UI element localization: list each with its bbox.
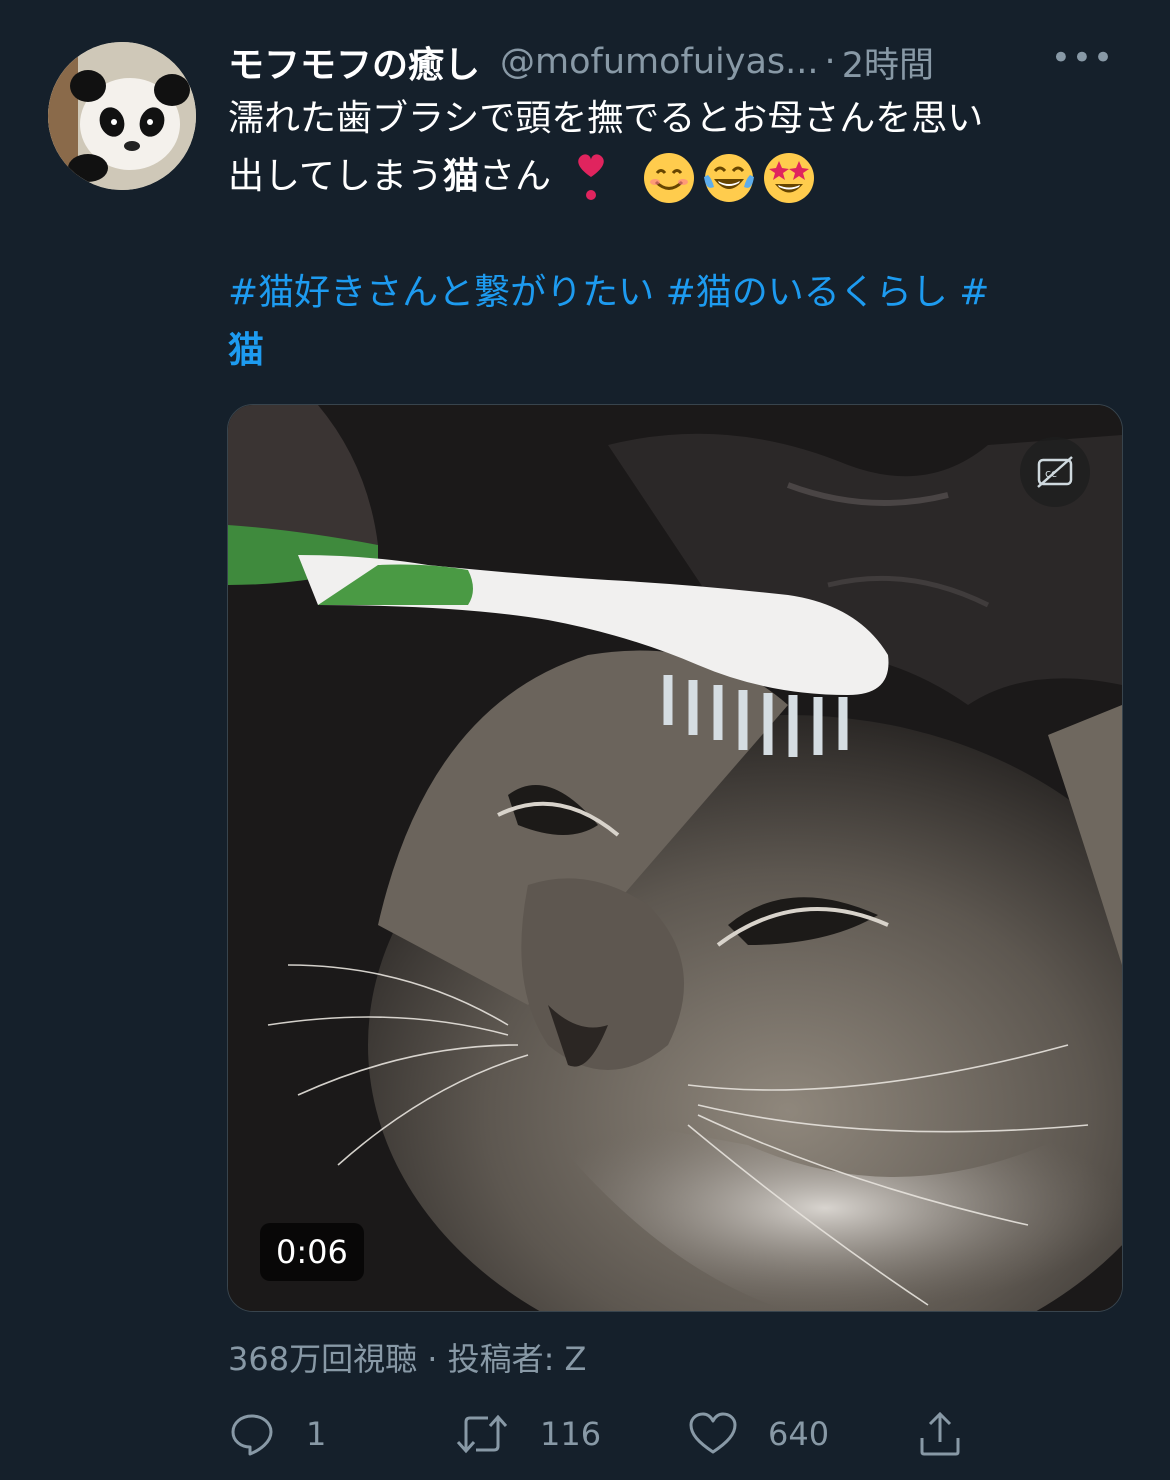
tears-of-joy-icon [703,154,754,202]
smiling-face-icon [643,153,694,203]
like-button[interactable]: 640 [688,1404,829,1464]
display-name[interactable]: モフモフの癒し [228,36,480,88]
retweet-count: 116 [540,1415,602,1453]
tweet: モフモフの癒し @mofumofuiyas... · 2時間 ••• 濡れた歯ブ… [0,0,1170,1480]
more-options-icon[interactable]: ••• [1051,38,1114,78]
video-frame [228,405,1122,1311]
video-player[interactable]: cc 0:06 [227,404,1123,1312]
hashtags: #猫好きさんと繋がりたい #猫のいるくらし # 猫 [228,264,1108,380]
heavy-heart-exclamation-icon [578,154,604,200]
tweet-text: 濡れた歯ブラシで頭を撫でるとお母さんを思い 出してしまう猫さん [228,90,1128,206]
hashtag-cat[interactable]: 猫 [228,330,264,371]
retweet-button[interactable]: 116 [454,1404,601,1464]
reply-button[interactable]: 1 [228,1404,326,1464]
captions-off-icon: cc [1037,456,1073,488]
reply-count: 1 [306,1415,327,1453]
share-button[interactable] [918,1404,962,1464]
tweet-text-line-2: 出してしまう猫さん [228,148,1128,206]
reply-icon [231,1414,273,1456]
timestamp[interactable]: 2時間 [842,37,934,88]
retweet-icon [456,1414,508,1454]
like-count: 640 [768,1415,830,1453]
heart-icon [689,1412,737,1454]
hashtag-line-2[interactable]: 猫 [228,322,1108,380]
share-icon [920,1411,960,1456]
star-struck-icon [763,153,814,203]
tweet-text-segment-tail: さん [478,156,551,197]
tweet-text-segment: 出してしまう [228,156,443,197]
tweet-text-line-1: 濡れた歯ブラシで頭を撫でるとお母さんを思い [228,98,984,139]
tweet-text-bold: 猫 [442,156,479,197]
panda-avatar[interactable] [48,42,196,190]
view-count: 368万回視聴 · 投稿者: Z [228,1340,587,1378]
action-bar: 1 116 640 [228,1404,988,1464]
video-duration: 0:06 [260,1223,364,1281]
panda-icon [48,42,196,190]
captions-button[interactable]: cc [1020,437,1090,507]
user-handle[interactable]: @mofumofuiyas... [500,42,819,82]
tweet-header: モフモフの癒し @mofumofuiyas... · 2時間 ••• [228,34,1128,90]
hashtag-line-1[interactable]: #猫好きさんと繋がりたい #猫のいるくらし # [228,264,1108,322]
separator-dot: · [824,42,836,82]
